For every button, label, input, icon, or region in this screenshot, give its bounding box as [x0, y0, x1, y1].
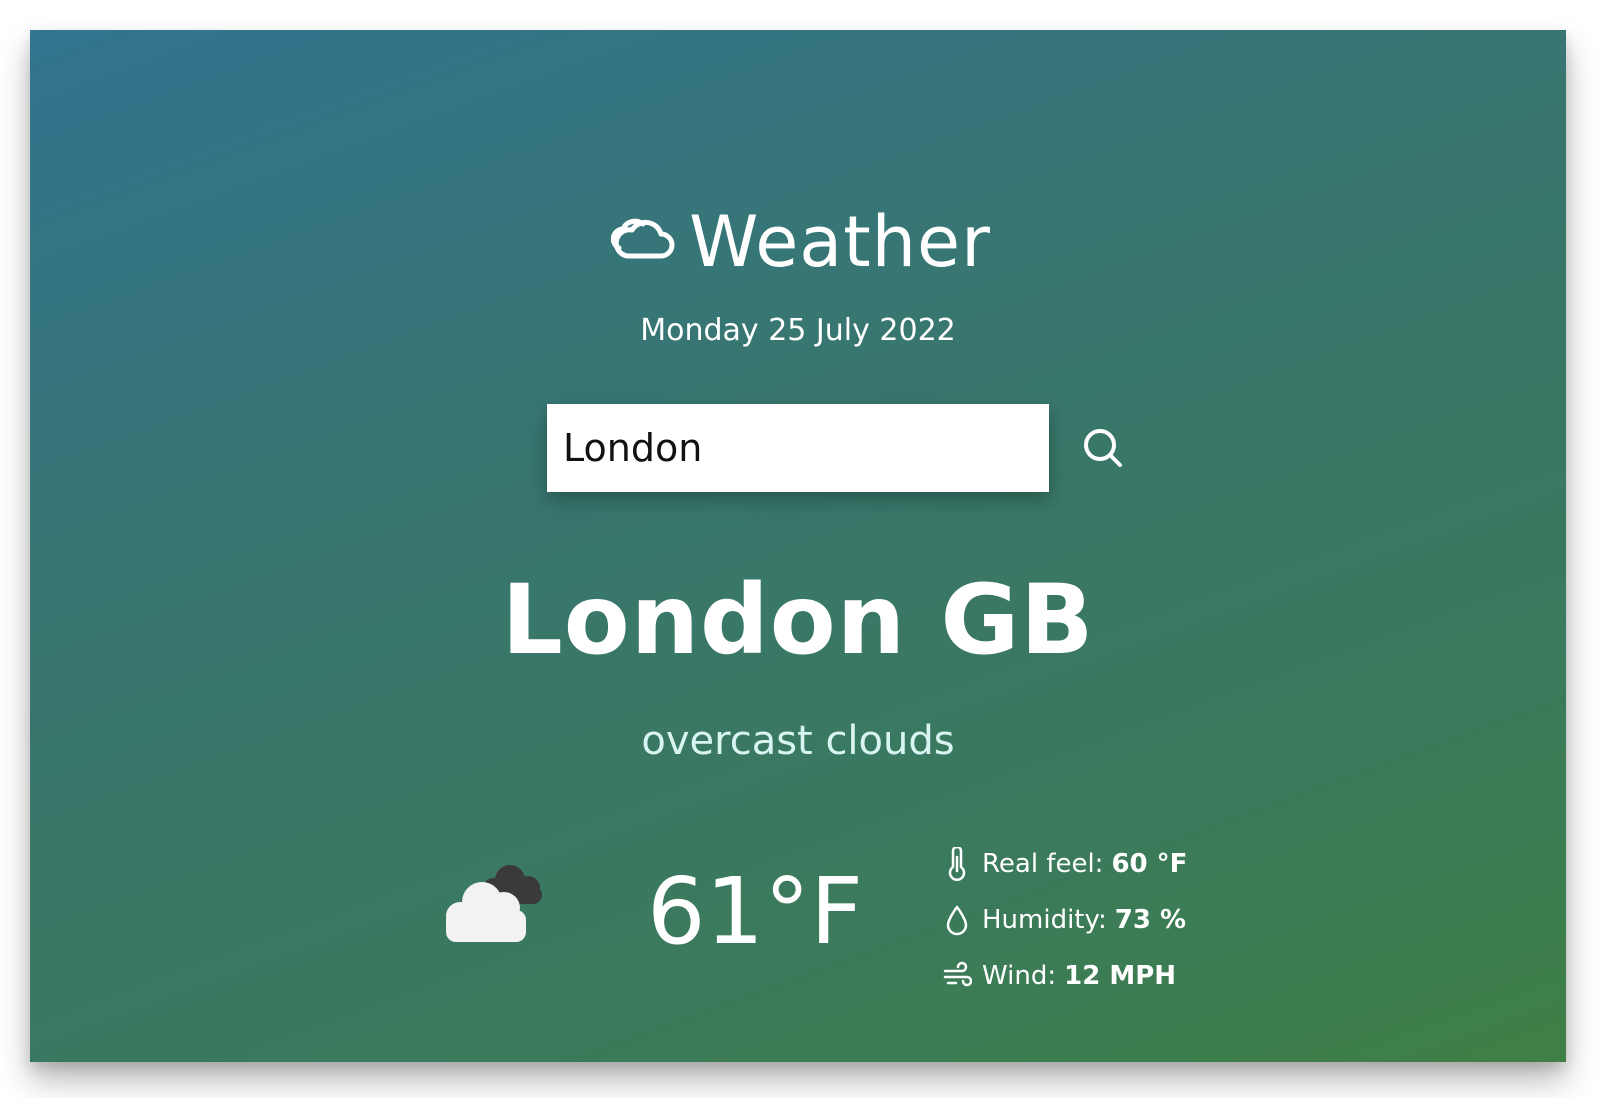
- humidity-value: 73 %: [1114, 905, 1187, 935]
- detail-wind: Wind: 12 MPH: [942, 948, 1262, 1004]
- search-input[interactable]: [547, 404, 1049, 492]
- cloud-icon: [611, 218, 675, 259]
- humidity-label: Humidity:: [982, 905, 1107, 935]
- detail-humidity: Humidity: 73 %: [942, 892, 1262, 948]
- wind-label: Wind:: [982, 961, 1057, 991]
- real-feel-label: Real feel:: [982, 849, 1104, 879]
- app-title: Weather: [689, 201, 991, 283]
- search-bar: [30, 404, 1566, 492]
- city-name: London GB: [501, 564, 1095, 676]
- weather-card: Weather Monday 25 July 2022 London GB ov…: [30, 30, 1566, 1062]
- droplet-icon: [942, 903, 972, 937]
- thermometer-icon: [942, 847, 972, 881]
- search-button[interactable]: [1073, 418, 1133, 478]
- overcast-clouds-icon: [446, 865, 542, 942]
- real-feel-value: 60 °F: [1111, 849, 1188, 879]
- wind-icon: [942, 959, 972, 993]
- detail-real-feel: Real feel: 60 °F: [942, 836, 1262, 892]
- current-date: Monday 25 July 2022: [640, 313, 956, 348]
- weather-condition: overcast clouds: [641, 718, 955, 764]
- page: Weather Monday 25 July 2022 London GB ov…: [0, 0, 1600, 1098]
- search-icon: [1084, 429, 1122, 467]
- weather-details: Real feel: 60 °F Humidity: 73 % Wind: 12…: [942, 836, 1262, 1004]
- app-header: Weather: [30, 202, 1566, 282]
- temperature: 61°F: [647, 858, 863, 965]
- wind-value: 12 MPH: [1064, 961, 1177, 991]
